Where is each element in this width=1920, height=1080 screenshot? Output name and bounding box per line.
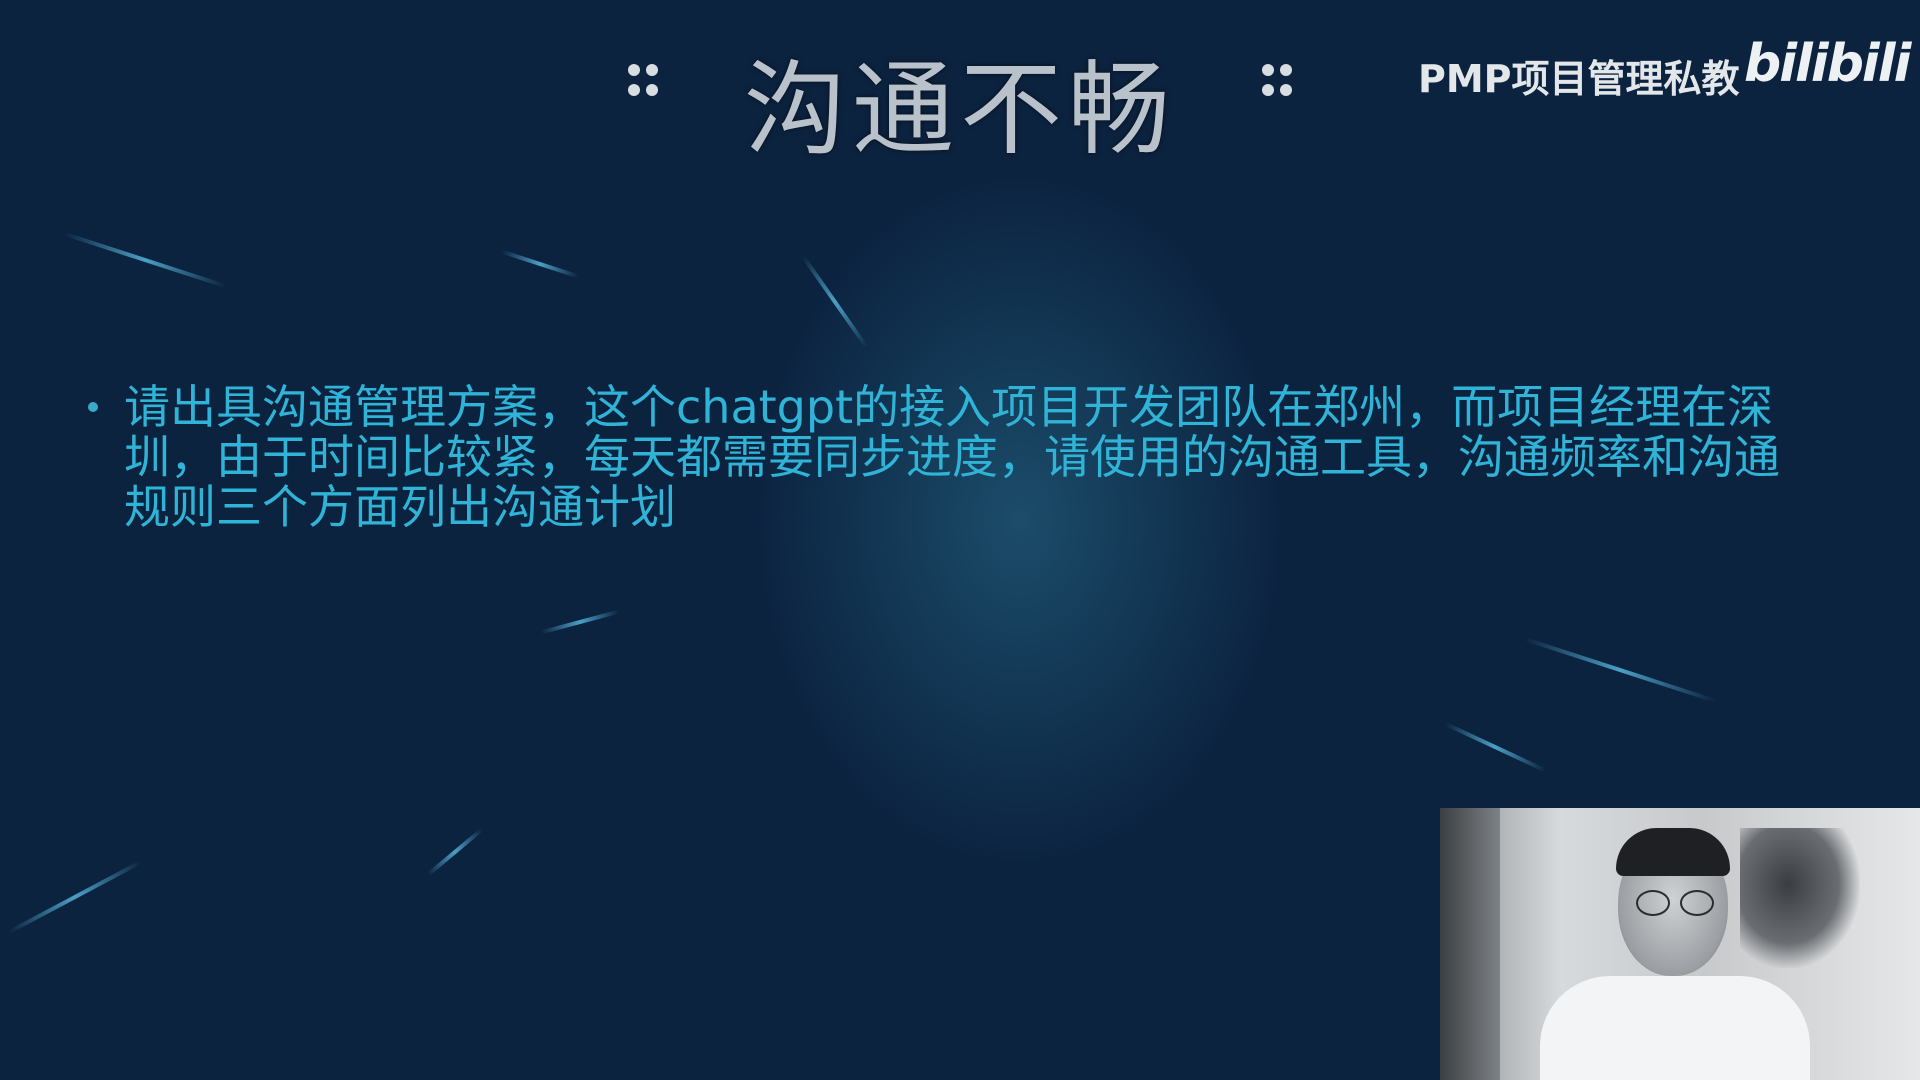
presenter-body bbox=[1540, 976, 1810, 1080]
bullet-text: 请出具沟通管理方案，这个chatgpt的接入项目开发团队在郑州，而项目经理在深圳… bbox=[124, 380, 1780, 534]
light-streak bbox=[540, 609, 620, 635]
webcam-overlay bbox=[1440, 808, 1920, 1080]
presenter-hair bbox=[1616, 828, 1730, 876]
light-streak bbox=[501, 249, 579, 279]
light-streak bbox=[1524, 637, 1716, 703]
light-streak bbox=[7, 860, 143, 934]
light-streak bbox=[1444, 721, 1546, 773]
light-streak bbox=[63, 231, 227, 289]
bilibili-logo: bilibili bbox=[1744, 34, 1911, 94]
glasses-icon bbox=[1636, 890, 1670, 916]
title-dots-right bbox=[1262, 64, 1294, 104]
glasses-icon bbox=[1680, 890, 1714, 916]
light-streak bbox=[426, 827, 484, 877]
webcam-plant bbox=[1740, 828, 1860, 968]
bullet-icon bbox=[88, 402, 98, 412]
webcam-background-frame bbox=[1440, 808, 1500, 1080]
channel-label: PMP项目管理私教 bbox=[1418, 57, 1740, 101]
